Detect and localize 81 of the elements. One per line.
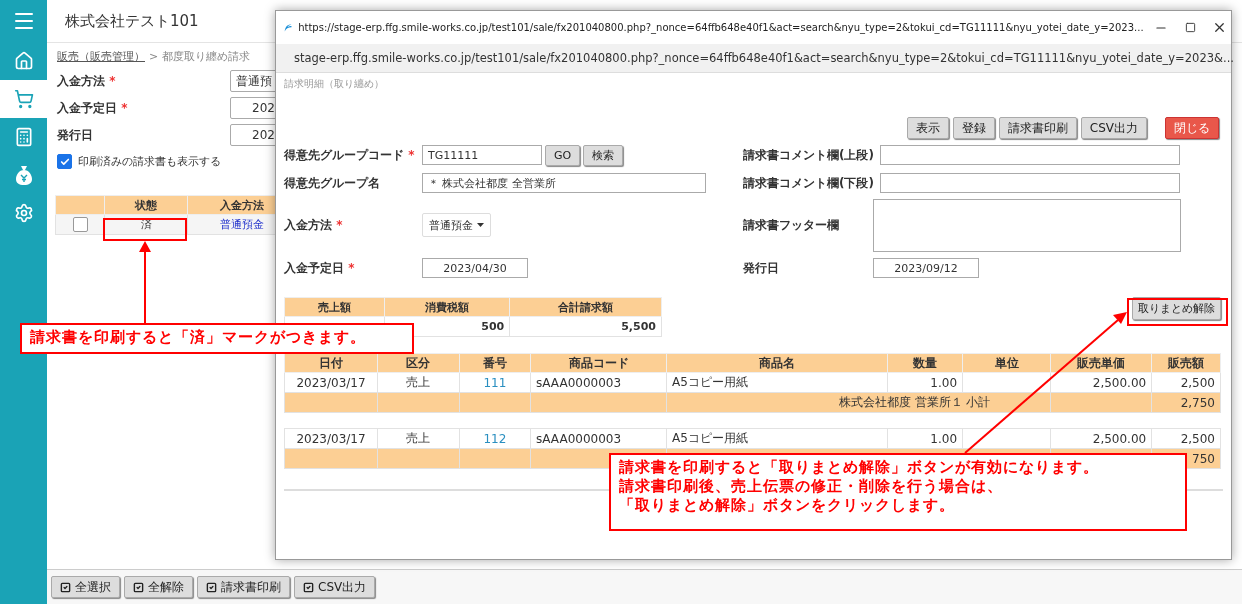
- go-button[interactable]: GO: [545, 144, 581, 166]
- column-header: 番号: [459, 353, 531, 373]
- home-icon: [13, 51, 34, 71]
- group-name-field[interactable]: ＊ 株式会社都度 全営業所: [422, 173, 706, 193]
- sidebar-item[interactable]: [0, 80, 47, 118]
- checkbox[interactable]: [57, 154, 72, 169]
- comment-field[interactable]: [879, 145, 1180, 165]
- column-header: 合計請求額: [509, 297, 662, 317]
- required-mark: *: [120, 100, 128, 115]
- column-header: 販売額: [1151, 353, 1221, 373]
- address-text: stage-erp.ffg.smile-works.co.jp/test101/sale/fx201040800.php?_nonce=64ffb648e40f1&act=search&nyu_type=2&tokui_cd=TG11111&nyu_yotei_date_y=2023&...: [294, 51, 1234, 65]
- product-code-cell: sAAA0000003: [530, 428, 667, 449]
- field-label: 入金予定日: [284, 260, 344, 275]
- unbundle-button[interactable]: 取りまとめ解除: [1132, 297, 1221, 320]
- close-page-button[interactable]: 閉じる: [1165, 117, 1219, 139]
- breadcrumb-link[interactable]: 販売（販売管理）: [57, 49, 145, 64]
- field-label: 得意先グループコード: [284, 147, 404, 162]
- date-field[interactable]: 2023/04/30: [422, 258, 528, 278]
- column-header: 商品コード: [530, 353, 667, 373]
- annotation-callout: 請求書を印刷すると「取りまとめ解除」ボタンが有効になります。 請求書印刷後、売上伝票の修正・削除を行う場合は、 「取りまとめ解除」ボタンをクリックします。: [609, 453, 1187, 531]
- required-mark: *: [347, 260, 355, 275]
- window-title: https://stage-erp.ffg.smile-works.co.jp/test101/sale/fx201040800.php?_nonce=64ffb648e40f1&act=search&nyu_type=2&tokui_cd=TG11111&nyu_yotei_date_y=2023...: [298, 22, 1144, 33]
- required-mark: *: [407, 147, 415, 162]
- column-header: 区分: [377, 353, 460, 373]
- comment-field[interactable]: [879, 173, 1180, 193]
- action-button[interactable]: 請求書印刷: [998, 117, 1077, 139]
- required-mark: *: [335, 217, 343, 232]
- quantity-cell: 1.00: [887, 428, 963, 449]
- column-header: 消費税額: [384, 297, 510, 317]
- checkbox-label: 印刷済みの請求書も表示する: [78, 154, 221, 169]
- field-label: 発行日: [743, 259, 780, 277]
- column-header: 売上額: [284, 297, 385, 317]
- group-code-field[interactable]: TG11111: [422, 145, 542, 165]
- checkbox-icon: [133, 581, 144, 593]
- payment-method-link[interactable]: 普通預金: [220, 218, 264, 231]
- checkbox-icon: [60, 581, 71, 593]
- caret-icon: [477, 223, 484, 227]
- footer-button[interactable]: 請求書印刷: [197, 576, 290, 598]
- sales-amount-cell: 2,500: [1151, 428, 1221, 449]
- date-cell: 2023/03/17: [284, 428, 378, 449]
- column-header: 状態: [104, 195, 188, 215]
- check-icon: [59, 156, 70, 167]
- footer-button[interactable]: 全解除: [124, 576, 193, 598]
- money-bag-icon: [13, 164, 34, 186]
- product-name-cell: A5コピー用紙: [666, 428, 888, 449]
- field-label: 発行日: [57, 127, 93, 142]
- cart-icon: [13, 89, 34, 109]
- field-label: 請求書コメント欄(上段): [743, 146, 874, 164]
- column-header: 販売単価: [1050, 353, 1152, 373]
- type-cell: 売上: [377, 428, 460, 449]
- column-header: 数量: [887, 353, 963, 373]
- action-button[interactable]: 登録: [952, 117, 995, 139]
- breadcrumb-current: > 都度取り纏め請求: [149, 49, 250, 64]
- field-label: 入金予定日: [57, 100, 117, 115]
- payment-method-select[interactable]: 普通預金: [422, 213, 491, 237]
- action-button[interactable]: CSV出力: [1080, 117, 1147, 139]
- required-mark: *: [108, 73, 116, 88]
- search-button[interactable]: 検索: [583, 144, 624, 166]
- settings-icon: [13, 203, 34, 223]
- footer-button[interactable]: 全選択: [51, 576, 120, 598]
- field-label: 請求書フッター欄: [743, 216, 840, 234]
- row-checkbox[interactable]: [72, 217, 88, 232]
- action-button[interactable]: 表示: [906, 117, 949, 139]
- field-label: 入金方法: [57, 73, 105, 88]
- company-name: 株式会社テスト101: [65, 11, 199, 31]
- footer-button[interactable]: CSV出力: [294, 576, 376, 598]
- field-label: 得意先グループ名: [284, 175, 380, 190]
- field-label: 入金方法: [284, 217, 332, 232]
- column-header: 商品名: [666, 353, 888, 373]
- slip-number-link[interactable]: 111: [483, 375, 507, 390]
- issue-date-field[interactable]: 2023/09/12: [873, 258, 979, 278]
- field-label: 請求書コメント欄(下段): [743, 174, 874, 192]
- date-cell: 2023/03/17: [284, 372, 378, 393]
- unit-price-cell: 2,500.00: [1050, 428, 1152, 449]
- checkbox-icon: [206, 581, 217, 593]
- footer-textarea[interactable]: [873, 198, 1181, 252]
- checkbox-icon: [303, 581, 314, 593]
- maximize-icon[interactable]: [1184, 22, 1196, 33]
- slip-number-link[interactable]: 112: [483, 431, 507, 446]
- column-header: 単位: [962, 353, 1051, 373]
- annotation-callout: 請求書を印刷すると「済」マークがつきます。: [20, 323, 414, 354]
